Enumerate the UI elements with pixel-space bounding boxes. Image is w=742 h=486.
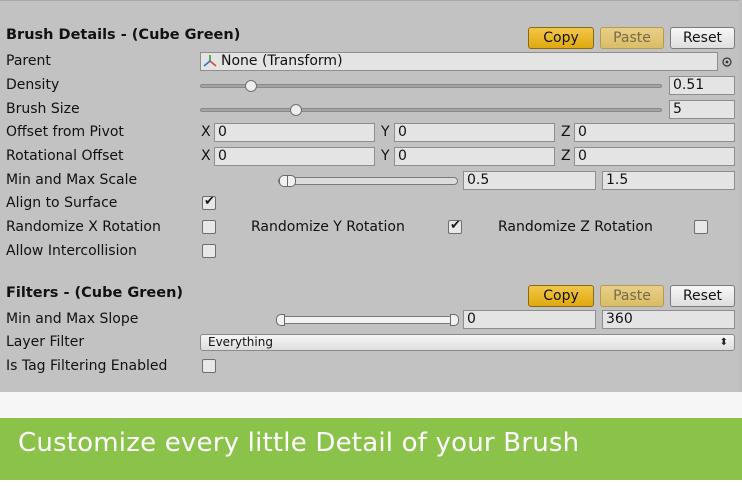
offset-y-axis-label: Y: [381, 124, 390, 140]
rotation-y-field[interactable]: 0: [394, 147, 555, 166]
randomize-x-checkbox[interactable]: [202, 220, 216, 234]
randomize-x-label: Randomize X Rotation: [6, 219, 161, 235]
banner-gap: [0, 392, 742, 418]
filters-copy-button[interactable]: Copy: [528, 285, 594, 307]
density-label: Density: [6, 77, 60, 93]
offset-z-axis-label: Z: [561, 124, 571, 140]
randomize-y-checkmark: ✔: [450, 218, 461, 233]
randomize-z-label: Randomize Z Rotation: [498, 219, 653, 235]
promo-banner-text: Customize every little Detail of your Br…: [18, 428, 580, 458]
filters-reset-button[interactable]: Reset: [670, 285, 735, 307]
scale-max-field[interactable]: 1.5: [602, 171, 735, 190]
offset-y-field[interactable]: 0: [394, 123, 555, 142]
tag-filtering-checkbox[interactable]: [202, 359, 216, 373]
brush-size-label: Brush Size: [6, 101, 80, 117]
rotation-z-axis-label: Z: [561, 148, 571, 164]
randomize-y-label: Randomize Y Rotation: [251, 219, 405, 235]
rotation-z-field[interactable]: 0: [574, 147, 735, 166]
transform-icon: [203, 55, 217, 67]
object-picker-icon[interactable]: [722, 57, 732, 67]
parent-value: None (Transform): [221, 53, 343, 69]
slope-min-handle[interactable]: [276, 314, 285, 326]
scale-max-handle[interactable]: [287, 175, 296, 187]
brush-reset-button[interactable]: Reset: [670, 27, 735, 49]
min-max-slope-label: Min and Max Slope: [6, 311, 139, 327]
offset-x-axis-label: X: [201, 124, 211, 140]
dropdown-arrow-icon: ⬍: [719, 337, 728, 348]
slope-minmax-track[interactable]: [278, 316, 458, 324]
parent-object-field[interactable]: None (Transform): [200, 52, 718, 71]
brush-size-value-field[interactable]: 5: [669, 100, 735, 119]
filters-paste-button[interactable]: Paste: [600, 285, 664, 307]
density-value-field[interactable]: 0.51: [669, 76, 735, 95]
brush-paste-button[interactable]: Paste: [600, 27, 664, 49]
rotation-y-axis-label: Y: [381, 148, 390, 164]
slope-max-field[interactable]: 360: [602, 310, 735, 329]
min-max-scale-label: Min and Max Scale: [6, 172, 138, 188]
align-surface-checkbox[interactable]: ✔: [202, 194, 216, 210]
slope-min-field[interactable]: 0: [463, 310, 596, 329]
brush-copy-button[interactable]: Copy: [528, 27, 594, 49]
panel-top-border: [0, 0, 742, 1]
tag-filtering-label: Is Tag Filtering Enabled: [6, 358, 168, 374]
filters-header: Filters - (Cube Green): [6, 285, 184, 301]
align-surface-label: Align to Surface: [6, 195, 118, 211]
scale-min-field[interactable]: 0.5: [463, 171, 596, 190]
align-surface-checkmark: ✔: [204, 194, 215, 209]
randomize-y-checkbox[interactable]: ✔: [448, 218, 462, 234]
layer-filter-value: Everything: [208, 335, 273, 349]
brush-size-slider-track[interactable]: [200, 108, 662, 112]
rotation-x-axis-label: X: [201, 148, 211, 164]
allow-intercollision-label: Allow Intercollision: [6, 243, 137, 259]
offset-z-field[interactable]: 0: [574, 123, 735, 142]
density-slider-track[interactable]: [200, 84, 662, 88]
density-slider-thumb[interactable]: [245, 80, 257, 92]
brush-details-header: Brush Details - (Cube Green): [6, 27, 241, 43]
randomize-z-checkbox[interactable]: [694, 220, 708, 234]
slope-max-handle[interactable]: [450, 314, 459, 326]
offset-pivot-label: Offset from Pivot: [6, 124, 124, 140]
offset-x-field[interactable]: 0: [214, 123, 375, 142]
layer-filter-dropdown[interactable]: Everything ⬍: [200, 334, 735, 351]
parent-label: Parent: [6, 53, 51, 69]
allow-intercollision-checkbox[interactable]: [202, 244, 216, 258]
rotational-offset-label: Rotational Offset: [6, 148, 124, 164]
scale-minmax-track[interactable]: [278, 177, 458, 185]
rotation-x-field[interactable]: 0: [214, 147, 375, 166]
layer-filter-label: Layer Filter: [6, 334, 85, 350]
brush-size-slider-thumb[interactable]: [290, 104, 302, 116]
